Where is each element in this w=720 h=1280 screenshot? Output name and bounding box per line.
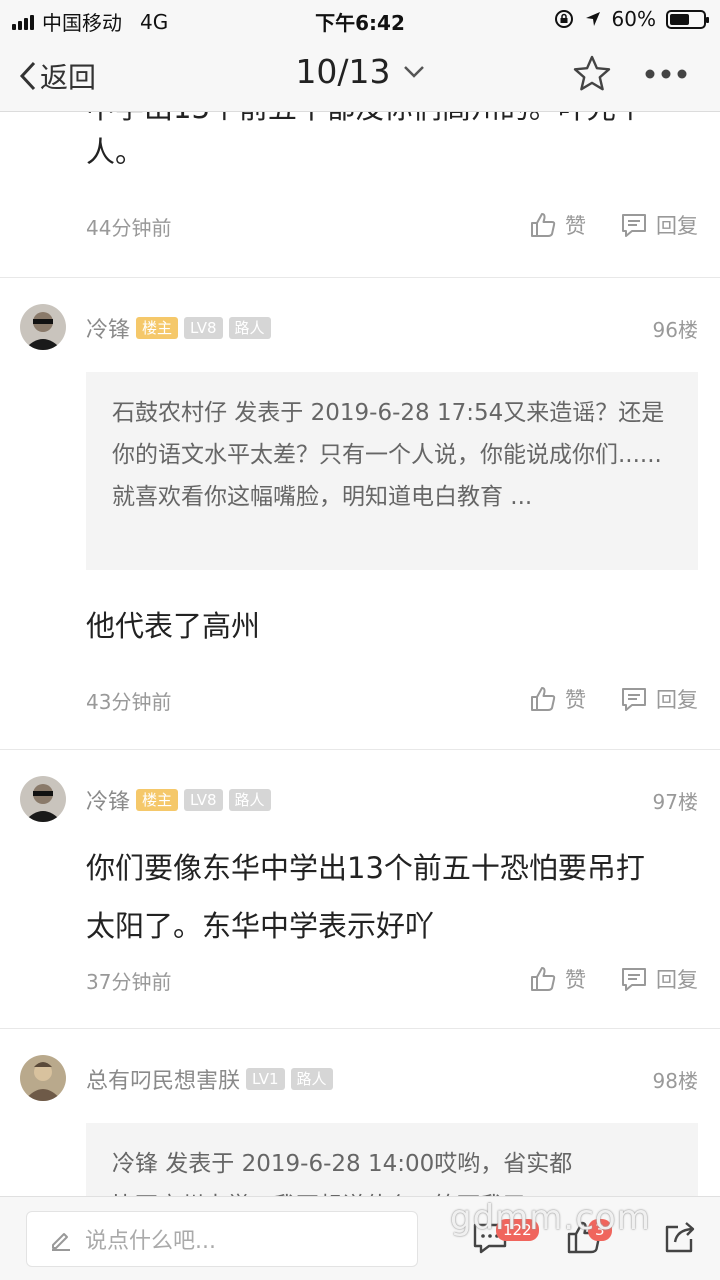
post-actions: 赞 回复: [529, 684, 698, 714]
post-item: 冷锋 楼主 LV8 路人 96楼 石鼓农村仔 发表于 2019-6-28 17:…: [0, 278, 720, 750]
comment-icon: [622, 214, 646, 237]
post-item: 冷锋 楼主 LV8 路人 97楼 你们要像东华中学出13个前五十恐怕要吊打 太阳…: [0, 750, 720, 1030]
level-badge: LV8: [184, 317, 223, 339]
back-label: 返回: [40, 61, 97, 94]
comment-icon: [622, 968, 646, 991]
fragment-line1: 中学出13个前五十都没你们高州的。叶光个: [86, 112, 698, 130]
owner-badge: 楼主: [136, 317, 179, 339]
back-button[interactable]: 返回: [18, 56, 96, 96]
username[interactable]: 冷锋: [86, 784, 130, 816]
post-content-line2: 太阳了。东华中学表示好吖: [86, 909, 435, 943]
like-button[interactable]: 赞: [529, 210, 586, 240]
post-time: 44分钟前: [86, 216, 172, 240]
floor-number: 97楼: [652, 790, 698, 814]
reply-button[interactable]: 回复: [620, 964, 698, 994]
more-options-icon[interactable]: [644, 54, 688, 94]
reply-button[interactable]: 回复: [620, 210, 698, 240]
reply-button[interactable]: 回复: [620, 684, 698, 714]
page-indicator-label: 10/13: [295, 52, 391, 91]
pencil-icon: [52, 1233, 70, 1251]
thumbs-up-icon: [531, 967, 556, 991]
nav-bar: 返回 10/13: [0, 38, 720, 112]
location-icon: [585, 12, 600, 26]
fragment-line2: 人。: [86, 135, 145, 169]
like-label: 赞: [565, 688, 586, 712]
role-badge: 路人: [290, 1068, 333, 1090]
post-actions: 赞 回复: [529, 964, 698, 994]
like-label: 赞: [565, 214, 586, 238]
thumbs-up-icon: [531, 687, 556, 711]
reply-label: 回复: [656, 688, 698, 712]
reply-input[interactable]: 说点什么吧...: [26, 1211, 418, 1267]
status-bar: 中国移动 4G 下午6:42 60%: [0, 0, 720, 38]
post-content: 他代表了高州: [86, 609, 261, 643]
share-icon[interactable]: [662, 1219, 698, 1255]
rotation-lock-icon: [554, 10, 573, 28]
favorite-star-icon[interactable]: [572, 54, 612, 94]
level-badge: LV8: [184, 789, 223, 811]
thread-content[interactable]: 中学出13个前五十都没你们高州的。叶光个 人。 44分钟前 赞 回复 冷锋 楼主…: [0, 112, 720, 1196]
chevron-down-icon: [403, 65, 424, 78]
avatar[interactable]: [20, 304, 66, 350]
quote-block[interactable]: 石鼓农村仔 发表于 2019-6-28 17:54又来造谣？还是你的语文水平太差…: [86, 372, 698, 570]
status-bar-right: 60%: [554, 7, 709, 31]
post-time: 43分钟前: [86, 690, 172, 714]
comment-icon: [622, 688, 646, 711]
like-button[interactable]: 赞: [529, 684, 586, 714]
reply-label: 回复: [656, 968, 698, 992]
like-label: 赞: [565, 968, 586, 992]
like-button[interactable]: 赞: [529, 964, 586, 994]
post-content-fragment: 中学出13个前五十都没你们高州的。叶光个 人。: [86, 112, 698, 174]
thumbs-up-icon: [531, 213, 556, 237]
role-badge: 路人: [228, 789, 271, 811]
username[interactable]: 冷锋: [86, 312, 130, 344]
level-badge: LV1: [246, 1068, 285, 1090]
reply-label: 回复: [656, 214, 698, 238]
post-actions: 赞 回复: [529, 210, 698, 240]
chevron-left-icon: [19, 61, 36, 91]
floor-number: 96楼: [652, 318, 698, 342]
username[interactable]: 总有叼民想害朕: [86, 1063, 240, 1095]
post-content-line1: 你们要像东华中学出13个前五十恐怕要吊打: [86, 851, 645, 885]
reply-input-placeholder: 说点什么吧...: [85, 1229, 216, 1254]
post-item: 总有叼民想害朕 LV1 路人 98楼 冷锋 发表于 2019-6-28 14:0…: [0, 1029, 720, 1196]
username-row: 总有叼民想害朕 LV1 路人: [86, 1063, 333, 1095]
battery-percent: 60%: [611, 7, 656, 31]
battery-icon: [666, 9, 709, 29]
quote-block[interactable]: 冷锋 发表于 2019-6-28 14:00哎哟，省实都 比不高州中学，我不想说…: [86, 1123, 698, 1196]
page-indicator[interactable]: 10/13: [295, 52, 424, 91]
avatar[interactable]: [20, 1055, 66, 1101]
floor-number: 98楼: [652, 1069, 698, 1093]
post-content: 你们要像东华中学出13个前五十恐怕要吊打 太阳了。东华中学表示好吖: [86, 846, 698, 948]
avatar[interactable]: [20, 776, 66, 822]
username-row: 冷锋 楼主 LV8 路人: [86, 784, 271, 816]
username-row: 冷锋 楼主 LV8 路人: [86, 312, 271, 344]
page-indicator-wrap: 10/13: [0, 52, 720, 91]
quote-line2: 比不高州中学，我不想说什么，答死我了: [112, 1185, 672, 1196]
quote-line1: 冷锋 发表于 2019-6-28 14:00哎哟，省实都: [112, 1151, 573, 1177]
watermark-text: gdmm.com: [450, 1198, 651, 1238]
post-time: 37分钟前: [86, 970, 172, 994]
role-badge: 路人: [228, 317, 271, 339]
owner-badge: 楼主: [136, 789, 179, 811]
